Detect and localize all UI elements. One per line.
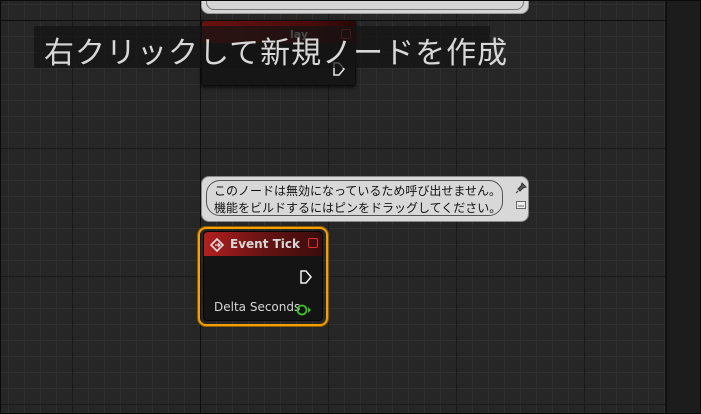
comment-line-1: このノードは無効になっているため呼び出せません。 [214,184,502,198]
blueprint-graph-canvas[interactable]: lay 右クリックして新規ノードを作成 このノードは無効になっているため呼び出せ… [0,0,666,414]
top-comment-bubble-inner [206,0,524,10]
hint-banner-text: 右クリックして新規ノードを作成 [44,36,509,71]
exec-pin-icon[interactable] [300,269,312,288]
float-pin-icon[interactable] [296,301,312,320]
delta-seconds-label: Delta Seconds [214,300,301,314]
event-tick-title: Event Tick [230,237,301,251]
top-comment-bubble [201,0,529,14]
comment-line-2: 機能をビルドするにはピンをドラッグしてください。 [214,201,502,215]
event-tick-node[interactable]: Event Tick Delta Seconds [203,231,323,321]
node-comment-bubble[interactable]: このノードは無効になっているため呼び出せません。 機能をビルドするにはピンをドラ… [201,176,529,222]
event-diamond-icon [209,237,226,256]
right-side-panel [666,0,701,414]
delegate-pin-icon[interactable] [308,238,318,248]
minimize-icon[interactable] [516,194,526,209]
